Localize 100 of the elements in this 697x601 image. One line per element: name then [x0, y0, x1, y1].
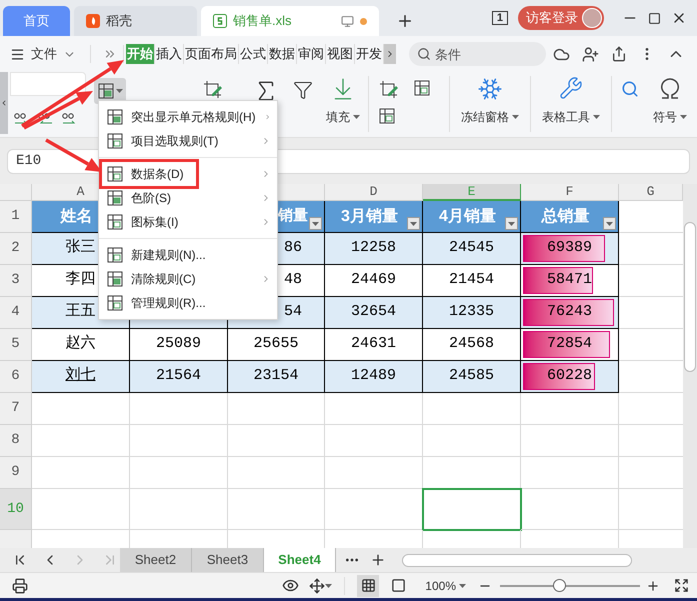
grid-cell[interactable]	[521, 425, 619, 457]
decimal-icon[interactable]	[60, 112, 78, 126]
grid-cell[interactable]	[228, 393, 325, 425]
zoom-slider-track[interactable]	[500, 578, 640, 592]
menu-item[interactable]: 清除规则(C)	[99, 267, 277, 291]
crop-pencil-icon[interactable]	[379, 80, 401, 100]
file-menu[interactable]: 文件	[31, 44, 57, 64]
caret-icon	[606, 222, 613, 226]
row-header[interactable]: 4	[0, 297, 32, 329]
row-header[interactable]: 6	[0, 361, 32, 393]
ribbon-tab[interactable]: 页面布局	[184, 44, 239, 64]
grid-cell[interactable]	[325, 457, 423, 489]
ribbon-button[interactable]: 符号	[649, 76, 691, 126]
grid-cell[interactable]	[32, 457, 130, 489]
grid-cell[interactable]	[521, 457, 619, 489]
vertical-scrollbar[interactable]	[683, 184, 697, 548]
grid-icon[interactable]	[414, 80, 430, 96]
search-field[interactable]: 条件	[409, 42, 546, 66]
grid-cell[interactable]	[130, 425, 228, 457]
grid-cell[interactable]	[32, 489, 130, 530]
caret-icon	[312, 222, 319, 226]
scroll-left-icon[interactable]	[0, 99, 8, 107]
row-header[interactable]: 2	[0, 233, 32, 265]
row-header[interactable]: 8	[0, 425, 32, 457]
eye-icon[interactable]	[282, 577, 300, 594]
sheet-tab[interactable]: Sheet3	[192, 548, 264, 572]
grid-cell[interactable]	[325, 393, 423, 425]
filter-dropdown-button[interactable]	[407, 217, 420, 230]
table-rule-icon	[107, 109, 123, 125]
grid-icon[interactable]	[379, 108, 395, 124]
selected-cell[interactable]	[423, 489, 521, 530]
combo-field[interactable]	[10, 72, 86, 96]
row-header[interactable]: 3	[0, 265, 32, 297]
grid-cell[interactable]	[325, 425, 423, 457]
login-button[interactable]: 访客登录	[518, 6, 604, 30]
column-header[interactable]: F	[521, 184, 619, 201]
share-icon[interactable]	[611, 46, 627, 62]
flame-logo-icon	[86, 14, 100, 28]
ribbon-tab[interactable]: 公式	[239, 44, 268, 64]
filter-dropdown-button[interactable]	[603, 217, 616, 230]
grid-cell[interactable]	[32, 393, 130, 425]
find-icon[interactable]	[621, 80, 639, 98]
crop-pencil-icon[interactable]	[203, 80, 225, 100]
new-tab-icon[interactable]	[396, 12, 414, 30]
menu-item[interactable]: 管理规则(R)...	[99, 291, 277, 315]
ribbon-tab[interactable]: 视图	[326, 44, 355, 64]
grid-cell[interactable]	[521, 489, 619, 530]
document-tab[interactable]: 销售单.xls	[201, 6, 379, 36]
crosshair-icon[interactable]	[309, 578, 326, 594]
fullscreen-icon[interactable]	[674, 578, 689, 593]
grid-cell[interactable]	[130, 489, 228, 530]
grid-cell[interactable]	[423, 425, 521, 457]
grid-cell[interactable]	[130, 457, 228, 489]
column-header[interactable]: D	[325, 184, 423, 201]
table-cell-text: 23154	[253, 366, 298, 386]
add-sheet-icon[interactable]	[370, 552, 386, 568]
ribbon-button[interactable]: 冻结窗格	[457, 76, 523, 126]
menu-item[interactable]: 图标集(I)	[99, 210, 277, 234]
zoom-in-icon[interactable]	[646, 578, 660, 592]
caret-icon	[593, 115, 600, 119]
menu-item[interactable]: 新建规则(N)...	[99, 243, 277, 267]
row-header[interactable]: 1	[0, 201, 32, 233]
window-count-badge[interactable]: 1	[492, 11, 508, 25]
decimal-icon[interactable]	[36, 112, 54, 126]
docer-tab[interactable]: 稻壳	[74, 6, 197, 36]
grid-cell[interactable]	[521, 393, 619, 425]
zoom-dropdown[interactable]: 100%	[425, 576, 466, 594]
sheet-tab[interactable]: Sheet2	[120, 548, 192, 572]
caret-icon	[508, 222, 515, 226]
row-header[interactable]: 7	[0, 393, 32, 425]
column-header[interactable]: G	[619, 184, 683, 201]
table-rule-icon	[107, 214, 123, 230]
sheet-tab[interactable]: Sheet4	[264, 548, 336, 572]
ribbon-tab[interactable]: 插入	[155, 44, 184, 64]
grid-cell[interactable]	[32, 425, 130, 457]
menu-icon[interactable]	[10, 46, 25, 62]
ribbon-tab[interactable]: 审阅	[297, 44, 326, 64]
grid-cell[interactable]	[228, 489, 325, 530]
grid-cell[interactable]	[228, 457, 325, 489]
grid-cell[interactable]	[228, 425, 325, 457]
add-user-icon[interactable]	[582, 46, 599, 62]
menu-item[interactable]: 突出显示单元格规则(H)	[99, 105, 277, 129]
filter-dropdown-button[interactable]	[309, 217, 322, 230]
ribbon-button[interactable]: 表格工具	[538, 76, 604, 126]
spreadsheet-logo-icon	[213, 14, 227, 28]
macro-icon[interactable]	[12, 578, 28, 594]
caret-icon	[116, 89, 122, 93]
filter-icon[interactable]	[293, 80, 313, 100]
zoom-slider-thumb[interactable]	[552, 578, 566, 592]
page-layout-icon[interactable]	[390, 578, 406, 593]
row-header[interactable]: 9	[0, 457, 32, 489]
maximize-icon[interactable]	[648, 12, 661, 24]
grid-cell[interactable]	[423, 393, 521, 425]
filter-dropdown-button[interactable]	[505, 217, 518, 230]
grid-cell[interactable]	[130, 393, 228, 425]
ribbon-button[interactable]: 填充	[322, 76, 364, 126]
cell-reference: E10	[16, 152, 42, 171]
normal-view-icon[interactable]	[360, 578, 376, 593]
ribbon-tab[interactable]: 数据	[268, 44, 297, 64]
row-header[interactable]: 5	[0, 329, 32, 361]
